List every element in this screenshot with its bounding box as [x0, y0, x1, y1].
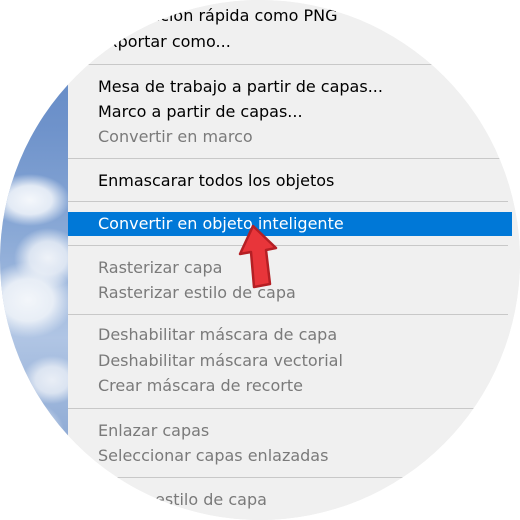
menu-separator: [68, 408, 508, 409]
menu-separator: [68, 477, 508, 478]
menu-item-create-clipping-mask: Crear máscara de recorte: [98, 376, 303, 395]
menu-item-frame-from-layers[interactable]: Marco a partir de capas...: [68, 100, 512, 124]
menu-separator: [68, 314, 508, 315]
menu-item-copy-layer-style: Copiar estilo de capa: [98, 490, 267, 509]
menu-item-convert-to-frame: Convertir en marco: [98, 127, 253, 146]
menu-item-rasterize-layer: Rasterizar capa: [98, 258, 223, 277]
menu-item-disable-vector-mask: Deshabilitar máscara vectorial: [98, 351, 343, 370]
magnified-view: Exportación rápida como PNG Exportar com…: [0, 0, 520, 520]
menu-item-link-layers: Enlazar capas: [98, 421, 210, 440]
menu-separator: [68, 158, 508, 159]
menu-item-select-linked-layers: Seleccionar capas enlazadas: [98, 446, 329, 465]
menu-item-quick-export-png[interactable]: Exportación rápida como PNG: [68, 4, 512, 28]
menu-item-rasterize-layer-style: Rasterizar estilo de capa: [98, 283, 296, 302]
menu-separator: [68, 245, 508, 246]
menu-separator: [68, 201, 508, 202]
menu-item-artboard-from-layers[interactable]: Mesa de trabajo a partir de capas...: [68, 75, 512, 99]
red-arrow-icon: [238, 224, 278, 289]
menu-separator: [68, 64, 508, 65]
background-sky-image: [0, 0, 68, 520]
menu-item-mask-all-objects[interactable]: Enmascarar todos los objetos: [68, 169, 512, 193]
menu-item-export-as[interactable]: Exportar como...: [68, 30, 512, 54]
menu-item-convert-to-smart-object[interactable]: Convertir en objeto inteligente: [68, 212, 512, 236]
layer-context-menu: Exportación rápida como PNG Exportar com…: [68, 0, 520, 520]
menu-item-disable-layer-mask: Deshabilitar máscara de capa: [98, 325, 338, 344]
